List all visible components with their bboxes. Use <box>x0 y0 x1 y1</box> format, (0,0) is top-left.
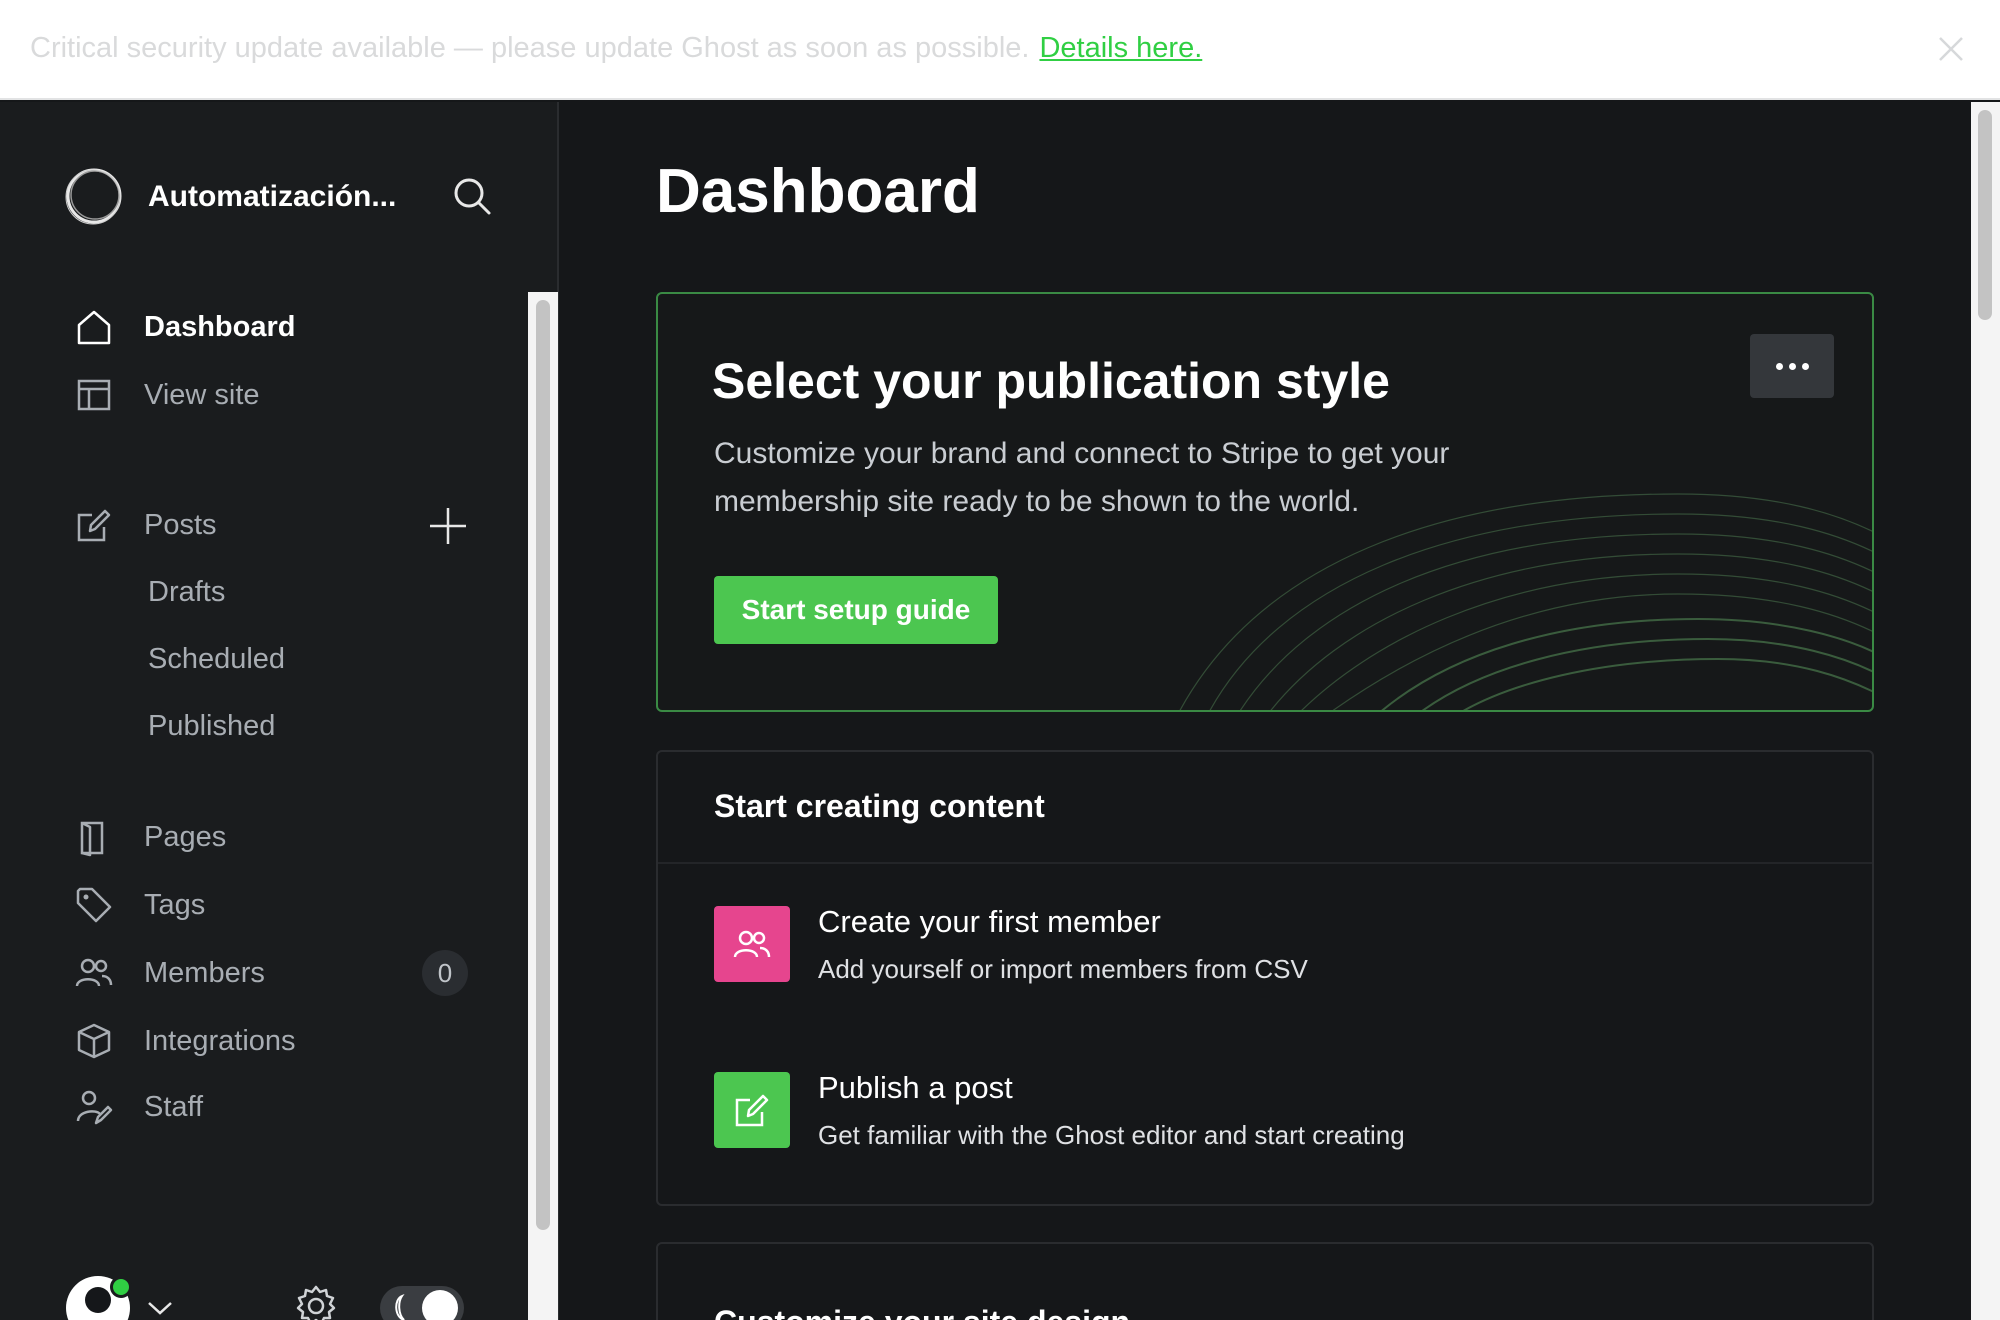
sidebar-item-drafts[interactable]: Drafts <box>148 576 225 609</box>
page-icon <box>80 821 104 857</box>
chevron-down-icon[interactable] <box>146 1298 174 1318</box>
details-link[interactable]: Details here. <box>1039 32 1202 64</box>
page-title: Dashboard <box>656 157 980 226</box>
site-logo-icon[interactable] <box>64 166 124 226</box>
sidebar-item-members[interactable]: Members <box>74 948 474 998</box>
sidebar-item-staff[interactable]: Staff <box>74 1082 474 1132</box>
task-title: Create your first member <box>818 904 1161 939</box>
publication-style-card: Select your publication style Customize … <box>656 292 1874 712</box>
staff-icon <box>76 1090 113 1125</box>
moon-icon <box>395 1294 405 1320</box>
banner-message: Critical security update available — ple… <box>30 32 1202 65</box>
customize-site-design-card: Customize your site design <box>656 1242 1874 1320</box>
start-creating-content-card: Start creating content Create your first… <box>656 750 1874 1206</box>
sidebar-item-posts[interactable]: Posts <box>74 500 474 550</box>
sidebar-item-published[interactable]: Published <box>148 710 275 743</box>
task-icon-container <box>714 906 790 982</box>
task-publish-post[interactable]: Publish a post Get familiar with the Gho… <box>714 1070 1814 1152</box>
divider <box>658 862 1872 864</box>
theme-toggle[interactable] <box>380 1286 464 1320</box>
task-create-member[interactable]: Create your first member Add yourself or… <box>714 904 1814 986</box>
sidebar-scroll-thumb[interactable] <box>536 300 550 1230</box>
site-title[interactable]: Automatización... <box>148 180 396 214</box>
security-banner: Critical security update available — ple… <box>0 0 2000 100</box>
home-icon <box>77 310 111 345</box>
dot-icon <box>1788 362 1796 370</box>
sidebar-item-label: Posts <box>144 508 217 541</box>
publication-card-title: Select your publication style <box>712 353 1390 409</box>
gear-icon[interactable] <box>294 1284 338 1320</box>
sidebar-item-view-site[interactable]: View site <box>74 370 474 420</box>
members-count-badge: 0 <box>422 950 468 996</box>
sidebar <box>0 102 558 1320</box>
more-options-button[interactable] <box>1750 334 1834 398</box>
sidebar-item-label: Dashboard <box>144 310 296 343</box>
online-status-dot <box>110 1276 132 1298</box>
members-icon <box>733 930 771 958</box>
add-post-icon[interactable] <box>428 506 468 546</box>
task-description: Get familiar with the Ghost editor and s… <box>818 1120 1405 1150</box>
banner-text: Critical security update available — ple… <box>30 32 1030 64</box>
sidebar-item-pages[interactable]: Pages <box>74 812 474 862</box>
search-icon[interactable] <box>452 176 492 216</box>
sidebar-item-integrations[interactable]: Integrations <box>74 1016 474 1066</box>
sidebar-item-label: Staff <box>144 1090 204 1123</box>
toggle-knob <box>422 1290 458 1320</box>
design-card-title: Customize your site design <box>714 1304 1130 1320</box>
edit-icon <box>735 1094 769 1127</box>
sidebar-item-dashboard[interactable]: Dashboard <box>74 302 474 352</box>
box-icon <box>77 1023 111 1059</box>
dot-icon <box>1775 362 1783 370</box>
sidebar-item-tags[interactable]: Tags <box>74 880 474 930</box>
sidebar-item-label: View site <box>144 378 260 411</box>
task-icon-container <box>714 1072 790 1148</box>
sidebar-item-scheduled[interactable]: Scheduled <box>148 643 285 676</box>
members-icon <box>75 958 113 987</box>
edit-icon <box>77 509 111 542</box>
sidebar-item-label: Members <box>144 956 265 989</box>
main-scroll-thumb[interactable] <box>1978 110 1992 320</box>
dot-icon <box>1801 362 1809 370</box>
task-description: Add yourself or import members from CSV <box>818 954 1308 984</box>
sidebar-item-label: Pages <box>144 820 227 853</box>
sidebar-item-label: Tags <box>144 888 206 921</box>
layout-icon <box>77 379 111 411</box>
task-title: Publish a post <box>818 1070 1013 1105</box>
start-setup-guide-button[interactable]: Start setup guide <box>714 576 998 644</box>
content-card-title: Start creating content <box>714 788 1045 824</box>
sidebar-item-label: Integrations <box>144 1024 296 1057</box>
tag-icon <box>76 887 112 923</box>
close-icon[interactable] <box>1934 32 1968 66</box>
publication-card-description: Customize your brand and connect to Stri… <box>714 437 1450 518</box>
